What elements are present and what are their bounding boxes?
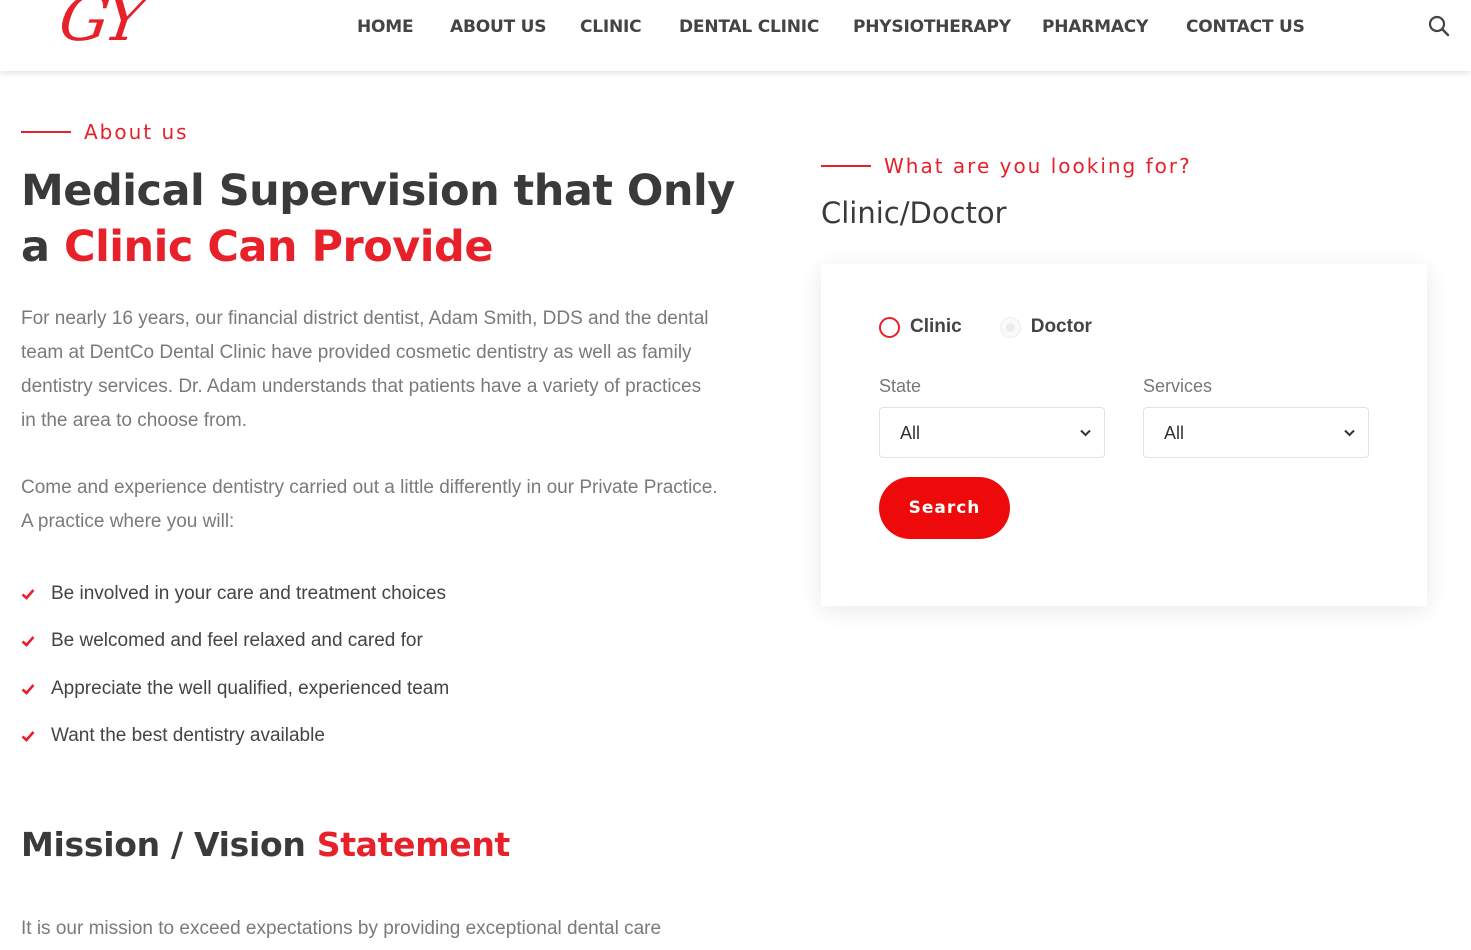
about-heading-highlight: Clinic Can Provide [64,222,493,272]
radio-doctor[interactable]: Doctor [999,316,1092,338]
chevron-down-icon [1080,429,1091,437]
eyebrow-line [21,131,71,133]
list-item: Appreciate the well qualified, experienc… [21,665,449,713]
mission-heading-main: Mission / Vision [21,825,306,864]
nav-clinic[interactable]: CLINIC [580,17,642,37]
finder-title: Clinic/Doctor [821,196,1007,230]
services-label: Services [1143,376,1213,396]
check-icon [21,636,35,648]
search-button[interactable]: Search [879,477,1010,539]
nav-physiotherapy[interactable]: PHYSIOTHERAPY [853,17,1011,37]
state-select[interactable]: All [879,407,1105,458]
about-paragraph-2: Come and experience dentistry carried ou… [21,477,718,532]
check-icon [21,731,35,743]
check-icon [21,588,35,600]
list-item-text: Be welcomed and feel relaxed and cared f… [51,630,423,652]
search-type-radio-group: Clinic Doctor [879,316,1130,338]
radio-doctor-label[interactable]: Doctor [1031,316,1092,338]
list-item-text: Appreciate the well qualified, experienc… [51,677,450,699]
about-heading: Medical Supervision that Only a Clinic C… [21,163,761,275]
mission-paragraph: It is our mission to exceed expectations… [21,918,662,939]
list-item: Want the best dentistry available [21,713,449,761]
nav-dental-clinic[interactable]: DENTAL CLINIC [679,17,819,37]
services-select[interactable]: All [1143,407,1369,458]
search-icon[interactable] [1428,15,1450,37]
list-item: Be involved in your care and treatment c… [21,570,449,618]
mission-heading-highlight: Statement [316,825,511,864]
list-item-text: Want the best dentistry available [51,725,325,747]
check-icon [21,683,35,695]
nav-contact-us[interactable]: CONTACT US [1186,17,1305,37]
about-eyebrow: About us [21,120,189,144]
state-label: State [879,376,922,396]
state-select-value: All [900,423,921,443]
site-logo[interactable]: GY [55,0,147,55]
finder-eyebrow-text: What are you looking for? [884,154,1192,178]
list-item-text: Be involved in your care and treatment c… [51,582,446,604]
site-header: GY HOME ABOUT US CLINIC DENTAL CLINIC PH… [0,0,1471,71]
radio-clinic[interactable]: Clinic [879,316,962,338]
about-paragraph-1: For nearly 16 years, our financial distr… [21,308,709,431]
eyebrow-line [821,165,871,167]
radio-doctor-circle[interactable] [999,316,1021,338]
nav-about-us[interactable]: ABOUT US [450,17,547,37]
nav-home[interactable]: HOME [357,17,414,37]
mission-heading: Mission / Vision Statement [21,825,510,864]
search-card: Clinic Doctor State All Services All Sea… [821,264,1427,606]
nav-pharmacy[interactable]: PHARMACY [1042,17,1148,37]
benefits-list: Be involved in your care and treatment c… [21,570,449,760]
about-eyebrow-text: About us [84,120,189,144]
chevron-down-icon [1344,429,1355,437]
radio-clinic-circle[interactable] [879,316,900,338]
finder-eyebrow: What are you looking for? [821,154,1192,178]
list-item: Be welcomed and feel relaxed and cared f… [21,618,449,666]
radio-clinic-label[interactable]: Clinic [910,316,962,338]
services-select-value: All [1164,423,1185,443]
